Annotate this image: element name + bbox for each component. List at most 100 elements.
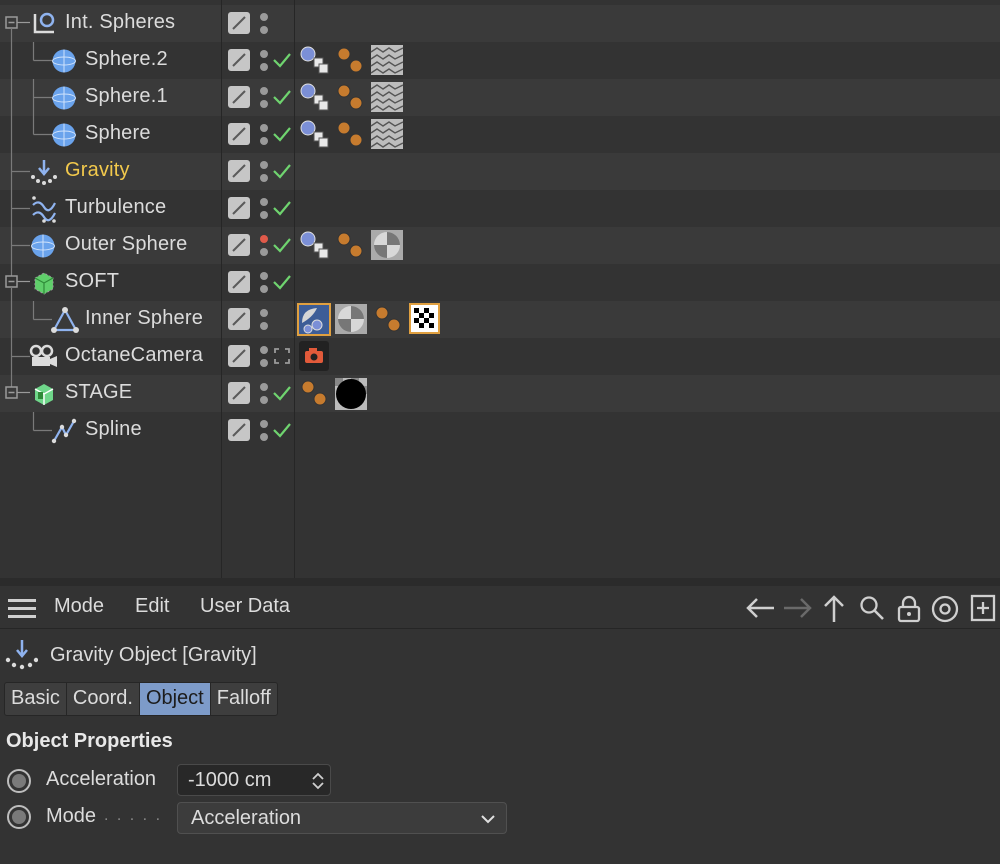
object-row-sphere-2[interactable]: Sphere.2 <box>0 42 1000 79</box>
animate-radio-icon[interactable] <box>6 804 32 830</box>
layer-toggle[interactable] <box>228 12 250 34</box>
dynamics-tag-icon[interactable] <box>334 118 368 150</box>
object-name[interactable]: Inner Sphere <box>85 307 203 330</box>
section-title: Object Properties <box>6 730 173 752</box>
tab-basic[interactable]: Basic <box>5 683 67 715</box>
object-name-selected[interactable]: Gravity <box>65 159 130 182</box>
hamburger-menu-icon[interactable] <box>8 597 36 619</box>
object-row-spline[interactable]: Spline <box>0 412 1000 449</box>
layer-toggle[interactable] <box>228 382 250 404</box>
object-row-stage[interactable]: STAGE <box>0 375 1000 412</box>
material-tag-icon[interactable] <box>334 303 368 335</box>
object-tag-icon[interactable] <box>298 229 332 261</box>
search-icon[interactable] <box>858 594 886 622</box>
layer-toggle[interactable] <box>228 123 250 145</box>
visibility-dots-icon[interactable] <box>258 380 270 408</box>
visibility-dots-icon[interactable] <box>258 121 270 149</box>
back-arrow-icon[interactable] <box>744 594 778 622</box>
material-tag-icon[interactable] <box>370 44 404 76</box>
visibility-dots-icon[interactable] <box>258 158 270 186</box>
mode-label: Mode <box>46 805 97 827</box>
object-row-int-spheres[interactable]: Int. Spheres <box>0 5 1000 42</box>
layer-toggle[interactable] <box>228 271 250 293</box>
check-icon[interactable] <box>272 235 292 255</box>
object-row-sphere-1[interactable]: Sphere.1 <box>0 79 1000 116</box>
object-row-octanecamera[interactable]: OctaneCamera <box>0 338 1000 375</box>
menu-edit[interactable]: Edit <box>135 595 169 618</box>
octane-camera-tag-icon[interactable] <box>298 340 330 372</box>
visibility-dots-icon[interactable] <box>258 84 270 112</box>
object-row-gravity[interactable]: Gravity <box>0 153 1000 190</box>
visibility-dots-icon[interactable] <box>258 269 270 297</box>
forward-arrow-icon[interactable] <box>782 594 816 622</box>
layer-toggle[interactable] <box>228 419 250 441</box>
object-name[interactable]: Sphere.2 <box>85 48 168 71</box>
object-tag-icon[interactable] <box>298 81 332 113</box>
check-icon[interactable] <box>272 124 292 144</box>
object-row-soft[interactable]: SOFT <box>0 264 1000 301</box>
new-panel-icon[interactable] <box>970 594 996 622</box>
object-name[interactable]: SOFT <box>65 270 119 293</box>
object-row-sphere[interactable]: Sphere <box>0 116 1000 153</box>
material-tag-icon[interactable] <box>370 118 404 150</box>
layer-toggle[interactable] <box>228 345 250 367</box>
stepper-arrows-icon[interactable] <box>311 771 325 791</box>
layer-toggle[interactable] <box>228 308 250 330</box>
menu-user-data[interactable]: User Data <box>200 595 290 618</box>
object-name[interactable]: Int. Spheres <box>65 11 175 34</box>
check-icon[interactable] <box>272 198 292 218</box>
object-name[interactable]: Turbulence <box>65 196 166 219</box>
check-icon[interactable] <box>272 161 292 181</box>
visibility-dots-icon[interactable] <box>258 343 270 371</box>
object-name[interactable]: Spline <box>85 418 142 441</box>
up-arrow-icon[interactable] <box>820 594 848 624</box>
visibility-dots-icon[interactable] <box>258 10 270 38</box>
layer-toggle[interactable] <box>228 234 250 256</box>
camera-frame-icon[interactable] <box>272 346 292 366</box>
object-tag-icon[interactable] <box>298 118 332 150</box>
tab-coord[interactable]: Coord. <box>67 683 140 715</box>
lock-icon[interactable] <box>895 594 923 624</box>
check-icon[interactable] <box>272 272 292 292</box>
layer-toggle[interactable] <box>228 49 250 71</box>
dynamics-tag-icon[interactable] <box>334 81 368 113</box>
material-tag-icon[interactable] <box>370 81 404 113</box>
visibility-dots-icon[interactable] <box>258 195 270 223</box>
checker-material-tag-icon[interactable] <box>409 303 441 335</box>
layer-toggle[interactable] <box>228 160 250 182</box>
object-name[interactable]: Sphere <box>85 122 151 145</box>
object-name[interactable]: OctaneCamera <box>65 344 203 367</box>
tab-object[interactable]: Object <box>139 683 211 715</box>
check-icon[interactable] <box>272 420 292 440</box>
visibility-dots-icon[interactable] <box>258 47 270 75</box>
object-tag-icon[interactable] <box>298 44 332 76</box>
black-material-tag-icon[interactable] <box>334 377 368 411</box>
object-row-outer-sphere[interactable]: Outer Sphere <box>0 227 1000 264</box>
visibility-dots-icon[interactable] <box>258 306 270 334</box>
object-name[interactable]: STAGE <box>65 381 132 404</box>
selected-tag-icon[interactable] <box>297 303 331 336</box>
object-name[interactable]: Sphere.1 <box>85 85 168 108</box>
tab-falloff[interactable]: Falloff <box>211 683 277 715</box>
dynamics-tag-icon[interactable] <box>334 44 368 76</box>
menu-mode[interactable]: Mode <box>54 595 104 618</box>
panel-splitter[interactable] <box>0 578 1000 586</box>
object-row-inner-sphere[interactable]: Inner Sphere <box>0 301 1000 338</box>
dynamics-tag-icon[interactable] <box>334 229 368 261</box>
layer-toggle[interactable] <box>228 86 250 108</box>
visibility-dots-icon[interactable] <box>258 417 270 445</box>
visibility-dots-icon[interactable] <box>258 232 270 260</box>
mode-dropdown[interactable]: Acceleration <box>177 802 507 834</box>
check-icon[interactable] <box>272 50 292 70</box>
layer-toggle[interactable] <box>228 197 250 219</box>
object-row-turbulence[interactable]: Turbulence <box>0 190 1000 227</box>
animate-radio-icon[interactable] <box>6 768 32 794</box>
material-tag-icon[interactable] <box>370 229 404 261</box>
dynamics-tag-icon[interactable] <box>372 303 406 335</box>
dynamics-tag-icon[interactable] <box>298 377 332 409</box>
object-name[interactable]: Outer Sphere <box>65 233 187 256</box>
acceleration-input[interactable]: -1000 cm <box>177 764 331 796</box>
check-icon[interactable] <box>272 383 292 403</box>
target-icon[interactable] <box>930 594 960 624</box>
check-icon[interactable] <box>272 87 292 107</box>
